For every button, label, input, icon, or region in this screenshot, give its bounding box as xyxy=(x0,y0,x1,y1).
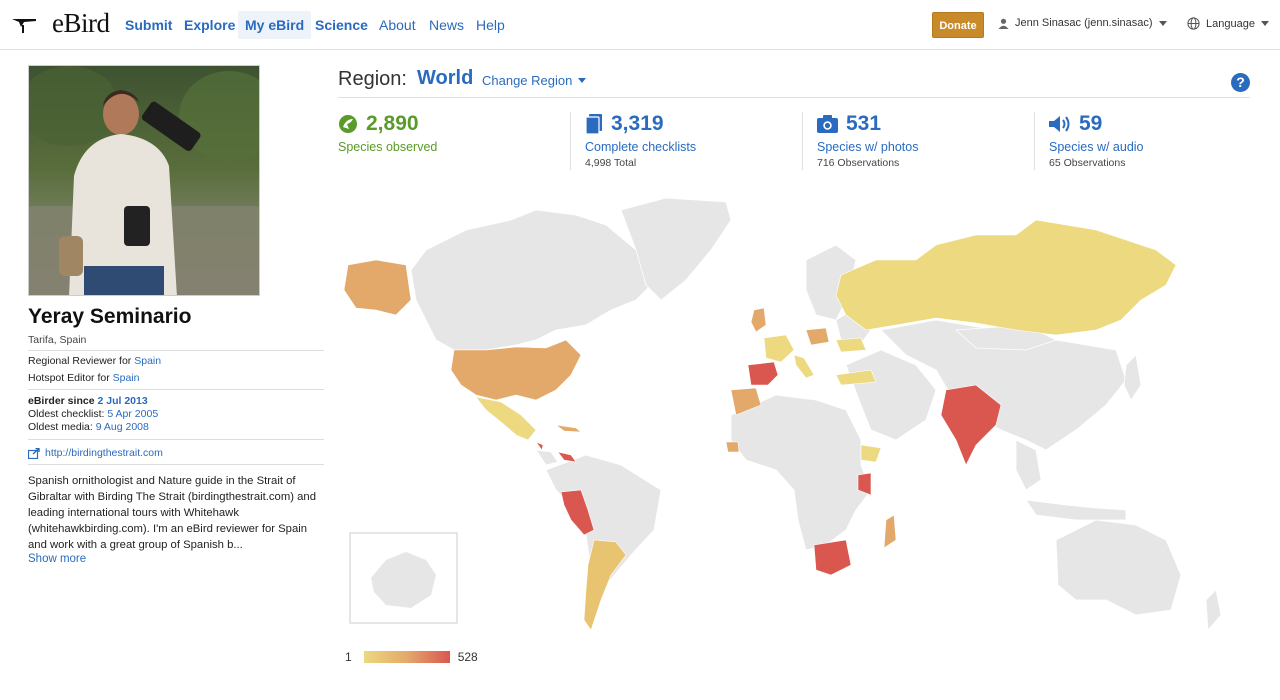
show-more-link[interactable]: Show more xyxy=(28,553,86,565)
nav-explore[interactable]: Explore xyxy=(184,11,235,39)
ebirder-since-line: eBirder since 2 Jul 2013 xyxy=(28,395,148,407)
ebirder-since-label: eBirder since xyxy=(28,395,95,407)
map-country-central-america[interactable] xyxy=(557,451,577,463)
profile-photo xyxy=(28,65,260,296)
ebird-logo-icon[interactable] xyxy=(10,13,38,37)
stat-species-observed-value-row: 2,890 xyxy=(338,112,419,136)
map-legend: 1 528 xyxy=(345,650,478,664)
map-country-france[interactable] xyxy=(763,334,795,363)
language-menu[interactable]: Language xyxy=(1187,17,1269,30)
oldest-checklist-line: Oldest checklist: 5 Apr 2005 xyxy=(28,408,158,420)
user-name-label: Jenn Sinasac (jenn.sinasac) xyxy=(1015,17,1153,29)
legend-min-label: 1 xyxy=(345,650,352,664)
hotspot-editor-label: Hotspot Editor for xyxy=(28,372,110,384)
profile-location: Tarifa, Spain xyxy=(28,334,87,346)
stat-checklists-value-row: 3,319 xyxy=(585,112,664,136)
stat-photos-label: Species w/ photos xyxy=(817,140,919,154)
hotspot-editor-region-link[interactable]: Spain xyxy=(113,372,140,384)
website-link-row[interactable]: http://birdingthestrait.com xyxy=(28,447,163,459)
regional-reviewer-region-link[interactable]: Spain xyxy=(134,355,161,367)
stat-checklists-value: 3,319 xyxy=(611,112,664,135)
map-country-italy[interactable] xyxy=(793,354,815,379)
stat-checklists-sub: 4,998 Total xyxy=(585,157,637,169)
divider xyxy=(28,439,324,440)
nav-my-ebird[interactable]: My eBird xyxy=(238,11,312,39)
map-country-poland[interactable] xyxy=(805,327,830,346)
change-region-dropdown[interactable]: Change Region xyxy=(482,73,587,88)
stat-audio-value: 59 xyxy=(1079,112,1103,135)
checklist-icon xyxy=(585,114,602,134)
regional-reviewer-label: Regional Reviewer for xyxy=(28,355,132,367)
region-value: World xyxy=(417,67,474,89)
chevron-down-icon xyxy=(1260,21,1269,26)
ebird-logo-text[interactable]: eBird xyxy=(52,8,110,39)
world-species-map[interactable] xyxy=(336,190,1256,645)
map-country-alaska[interactable] xyxy=(343,259,412,316)
divider xyxy=(28,350,324,351)
nav-about[interactable]: About xyxy=(379,11,416,39)
change-region-label: Change Region xyxy=(482,73,573,88)
profile-name: Yeray Seminario xyxy=(28,305,192,328)
website-link[interactable]: http://birdingthestrait.com xyxy=(45,447,163,459)
oldest-media-line: Oldest media: 9 Aug 2008 xyxy=(28,421,149,433)
stat-audio-label: Species w/ audio xyxy=(1049,140,1144,154)
species-observed-icon xyxy=(339,115,357,133)
profile-bio: Spanish ornithologist and Nature guide i… xyxy=(28,475,316,551)
divider xyxy=(338,97,1250,98)
stat-photos-value-row: 531 xyxy=(817,112,881,136)
hotspot-editor-line: Hotspot Editor for Spain xyxy=(28,372,139,384)
chevron-down-icon xyxy=(1158,20,1167,26)
regional-reviewer-line: Regional Reviewer for Spain xyxy=(28,355,161,367)
oldest-checklist-label: Oldest checklist: xyxy=(28,408,105,420)
nav-science[interactable]: Science xyxy=(315,11,368,39)
region-label: Region: xyxy=(338,68,407,90)
nav-news[interactable]: News xyxy=(429,11,464,39)
user-icon xyxy=(998,18,1009,29)
language-label: Language xyxy=(1206,17,1255,30)
external-link-icon xyxy=(28,447,40,459)
map-country-russia[interactable] xyxy=(835,219,1177,336)
stat-species-observed-value: 2,890 xyxy=(366,112,419,135)
legend-max-label: 528 xyxy=(457,650,478,664)
speaker-icon xyxy=(1049,116,1070,132)
divider xyxy=(28,389,324,390)
nav-submit[interactable]: Submit xyxy=(125,11,172,39)
top-navigation-bar: eBird Submit Explore My eBird Science Ab… xyxy=(0,0,1280,50)
map-country-madagascar[interactable] xyxy=(883,514,897,549)
oldest-media-link[interactable]: 9 Aug 2008 xyxy=(96,421,149,433)
nav-help[interactable]: Help xyxy=(476,11,505,39)
stat-photos-value: 531 xyxy=(846,112,882,135)
map-country-turkey[interactable] xyxy=(835,369,877,386)
divider xyxy=(802,112,803,170)
map-country-spain[interactable] xyxy=(747,361,779,386)
divider xyxy=(1034,112,1035,170)
map-country-cuba[interactable] xyxy=(555,424,582,433)
legend-gradient-bar xyxy=(363,651,450,663)
stat-audio-sub: 65 Observations xyxy=(1049,157,1126,169)
user-menu[interactable]: Jenn Sinasac (jenn.sinasac) xyxy=(998,17,1167,29)
stat-audio-value-row: 59 xyxy=(1049,112,1102,136)
camera-icon xyxy=(817,115,838,133)
map-country-mexico[interactable] xyxy=(475,396,537,441)
donate-button[interactable]: Donate xyxy=(932,12,984,38)
map-country-south-africa[interactable] xyxy=(813,539,852,576)
divider xyxy=(28,464,324,465)
chevron-down-icon xyxy=(578,78,587,83)
stat-species-observed-label: Species observed xyxy=(338,140,438,154)
stat-photos-sub: 716 Observations xyxy=(817,157,900,169)
stat-checklists-label: Complete checklists xyxy=(585,140,697,154)
oldest-media-label: Oldest media: xyxy=(28,421,93,433)
help-icon[interactable]: ? xyxy=(1231,73,1250,92)
globe-icon xyxy=(1187,17,1200,30)
map-country-ethiopia[interactable] xyxy=(860,444,882,463)
map-country-uk[interactable] xyxy=(750,307,767,333)
divider xyxy=(570,112,571,170)
oldest-checklist-link[interactable]: 5 Apr 2005 xyxy=(107,408,158,420)
map-country-senegal[interactable] xyxy=(725,441,740,453)
ebirder-since-date-link[interactable]: 2 Jul 2013 xyxy=(97,395,147,407)
